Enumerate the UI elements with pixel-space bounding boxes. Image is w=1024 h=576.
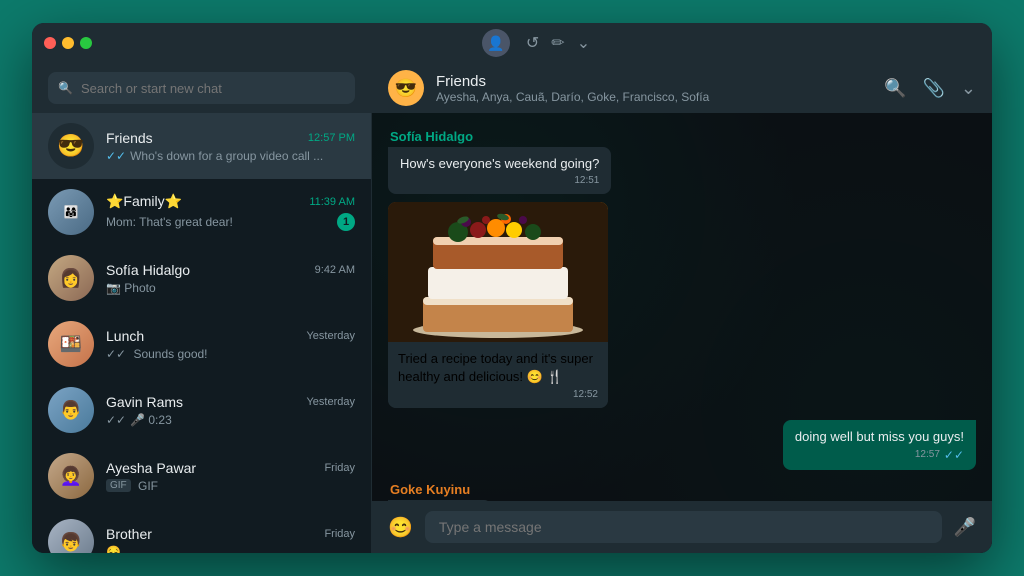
chat-name-ayesha: Ayesha Pawar: [106, 460, 196, 476]
avatar-family: 👨‍👩‍👧: [48, 189, 94, 235]
unread-badge-family: 1: [337, 213, 355, 231]
maximize-button[interactable]: [80, 37, 92, 49]
chat-name-brother: Brother: [106, 526, 152, 542]
message-sofia-1: How's everyone's weekend going? 12:51: [388, 147, 611, 194]
chat-preview-gavin: ✓✓ 🎤 0:23: [106, 413, 355, 427]
main-content: 🔍 😎 Friends 12:57 PM ✓✓ Who': [32, 63, 992, 553]
chat-name-friends: Friends: [106, 130, 153, 146]
chat-time-gavin: Yesterday: [306, 396, 355, 408]
chat-info-friends: Friends 12:57 PM ✓✓ Who's down for a gro…: [106, 130, 355, 163]
message-row-sent-1: doing well but miss you guys! 12:57 ✓✓: [388, 420, 976, 470]
attach-icon[interactable]: 📎: [922, 78, 944, 99]
chat-preview-friends: ✓✓ Who's down for a group video call ...: [106, 149, 355, 163]
avatar-sofia: 👩: [48, 255, 94, 301]
sync-icon[interactable]: ↺: [526, 33, 539, 53]
cake-caption: Tried a recipe today and it's super heal…: [388, 342, 608, 407]
chat-info-brother: Brother Friday 😔: [106, 526, 355, 554]
minimize-button[interactable]: [62, 37, 74, 49]
chat-name-family: ⭐Family⭐: [106, 193, 182, 210]
chat-info-gavin: Gavin Rams Yesterday ✓✓ 🎤 0:23: [106, 394, 355, 427]
cake-image: [388, 202, 608, 342]
chat-name-lunch: Lunch: [106, 328, 144, 344]
msg-meta: 12:51: [400, 175, 599, 186]
chat-item-gavin[interactable]: 👨 Gavin Rams Yesterday ✓✓ 🎤 0:23: [32, 377, 371, 443]
search-input[interactable]: [81, 81, 345, 96]
chat-item-friends[interactable]: 😎 Friends 12:57 PM ✓✓ Who's down for a g…: [32, 113, 371, 179]
sidebar-header: 🔍: [32, 63, 371, 113]
avatar-friends: 😎: [48, 123, 94, 169]
chat-preview-ayesha: GIF GIF: [106, 479, 355, 493]
chat-item-family[interactable]: 👨‍👩‍👧 ⭐Family⭐ 11:39 AM Mom: That's grea…: [32, 179, 371, 245]
search-messages-icon[interactable]: 🔍: [884, 78, 906, 99]
chat-item-ayesha[interactable]: 👩‍🦱 Ayesha Pawar Friday GIF GIF: [32, 443, 371, 509]
chat-name-gavin: Gavin Rams: [106, 394, 183, 410]
search-icon: 🔍: [58, 81, 73, 95]
chat-header-info: Friends Ayesha, Anya, Cauã, Darío, Goke,…: [436, 73, 872, 104]
chat-time-lunch: Yesterday: [306, 330, 355, 342]
chevron-icon[interactable]: ⌄: [577, 33, 590, 53]
app-window: 👤 ↺ ✏ ⌄ 🔍 😎: [32, 23, 992, 553]
msg-text: How's everyone's weekend going?: [400, 155, 599, 173]
chat-info-ayesha: Ayesha Pawar Friday GIF GIF: [106, 460, 355, 493]
voice-message-button[interactable]: 🎤: [954, 517, 976, 538]
chat-preview-brother: 😔: [106, 545, 355, 554]
chat-name-sofia: Sofía Hidalgo: [106, 262, 190, 278]
chat-preview-lunch: ✓✓ Sounds good!: [106, 347, 355, 361]
close-button[interactable]: [44, 37, 56, 49]
chat-panel: 😎 Friends Ayesha, Anya, Cauã, Darío, Gok…: [372, 63, 992, 553]
avatar-lunch: 🍱: [48, 321, 94, 367]
chat-header-actions: 🔍 📎 ⌄: [884, 78, 976, 99]
more-options-icon[interactable]: ⌄: [961, 78, 976, 99]
search-bar[interactable]: 🔍: [48, 72, 355, 104]
title-bar-center: 👤 ↺ ✏ ⌄: [92, 29, 980, 57]
chat-header: 😎 Friends Ayesha, Anya, Cauã, Darío, Gok…: [372, 63, 992, 113]
chat-preview-sofia: 📷 Photo: [106, 281, 355, 295]
message-group-goke: Goke Kuyinu Omg 😩😩😩 12:57: [388, 482, 976, 501]
profile-avatar[interactable]: 👤: [482, 29, 510, 57]
messages-area: Sofía Hidalgo How's everyone's weekend g…: [372, 113, 992, 501]
message-group-sofia: Sofía Hidalgo How's everyone's weekend g…: [388, 129, 976, 194]
chat-time-sofia: 9:42 AM: [315, 264, 355, 276]
avatar-gavin: 👨: [48, 387, 94, 433]
chat-item-lunch[interactable]: 🍱 Lunch Yesterday ✓✓ Sounds good!: [32, 311, 371, 377]
read-ticks: ✓✓: [944, 448, 964, 462]
chat-time-family: 11:39 AM: [309, 196, 355, 208]
title-bar-actions: ↺ ✏ ⌄: [526, 33, 590, 53]
msg-meta-sent-1: 12:57 ✓✓: [795, 448, 964, 462]
sidebar: 🔍 😎 Friends 12:57 PM ✓✓ Who': [32, 63, 372, 553]
chat-preview-family: Mom: That's great dear! 1: [106, 213, 355, 231]
chat-time-brother: Friday: [324, 528, 355, 540]
chat-item-brother[interactable]: 👦 Brother Friday 😔: [32, 509, 371, 553]
message-input[interactable]: [425, 511, 942, 543]
chat-input-area: 😊 🎤: [372, 501, 992, 553]
message-cake-image: Tried a recipe today and it's super heal…: [388, 202, 976, 407]
title-bar: 👤 ↺ ✏ ⌄: [32, 23, 992, 63]
chat-list: 😎 Friends 12:57 PM ✓✓ Who's down for a g…: [32, 113, 371, 553]
chat-item-sofia[interactable]: 👩 Sofía Hidalgo 9:42 AM 📷 Photo: [32, 245, 371, 311]
chat-info-sofia: Sofía Hidalgo 9:42 AM 📷 Photo: [106, 262, 355, 295]
image-bubble: Tried a recipe today and it's super heal…: [388, 202, 608, 407]
sender-name-sofia: Sofía Hidalgo: [388, 129, 473, 144]
avatar-brother: 👦: [48, 519, 94, 553]
edit-icon[interactable]: ✏: [551, 33, 564, 53]
emoji-button[interactable]: 😊: [388, 515, 413, 540]
sender-name-goke: Goke Kuyinu: [388, 482, 470, 497]
msg-time: 12:51: [574, 175, 599, 186]
chat-info-lunch: Lunch Yesterday ✓✓ Sounds good!: [106, 328, 355, 361]
avatar-ayesha: 👩‍🦱: [48, 453, 94, 499]
traffic-lights: [44, 37, 92, 49]
chat-header-avatar: 😎: [388, 70, 424, 106]
chat-header-name: Friends: [436, 73, 872, 90]
chat-header-members: Ayesha, Anya, Cauã, Darío, Goke, Francis…: [436, 90, 872, 104]
chat-time-friends: 12:57 PM: [308, 132, 355, 144]
msg-meta-cake: 12:52: [398, 389, 598, 400]
chat-info-family: ⭐Family⭐ 11:39 AM Mom: That's great dear…: [106, 193, 355, 231]
message-sent-1: doing well but miss you guys! 12:57 ✓✓: [783, 420, 976, 470]
chat-time-ayesha: Friday: [324, 462, 355, 474]
